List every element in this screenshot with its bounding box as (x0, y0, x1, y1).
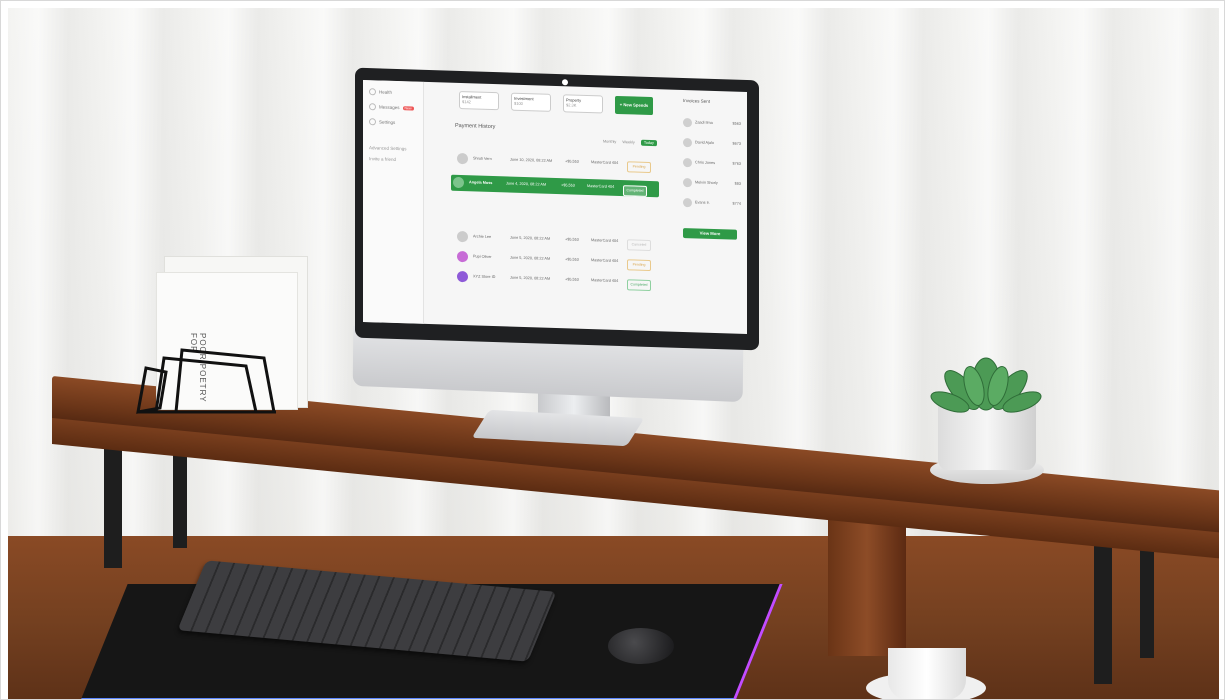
card-value: $142 (462, 99, 471, 105)
avatar (457, 250, 468, 263)
computer-mouse (608, 628, 674, 664)
status-badge: Pending (627, 259, 651, 272)
tab-monthly[interactable]: Monthly (603, 140, 616, 144)
webcam-icon (562, 79, 568, 86)
payment-row[interactable]: Shruti Vern June 10, 2020, 08:22 AM +$5,… (455, 151, 655, 174)
payment-date: June 5, 2020, 08:22 AM (510, 275, 551, 281)
avatar (457, 152, 468, 165)
payment-date: June 5, 2020, 08:22 AM (510, 235, 551, 241)
summary-card-investment[interactable]: Investment $100 (511, 92, 551, 112)
payment-date: June 4, 2020, 08:22 AM (506, 181, 547, 187)
payment-amount: +$5,553 (565, 159, 579, 164)
payment-method: MasterCard 404 (587, 184, 615, 189)
payment-row[interactable]: Archie Lee June 5, 2020, 08:22 AM +$5,55… (455, 229, 655, 252)
summary-card-installment[interactable]: Installment $142 (459, 90, 499, 111)
view-more-button[interactable]: View More (683, 228, 737, 240)
invoices-panel: Invoices Sent Zaadi Ilma $563 David Ajalo… (679, 90, 747, 334)
gear-icon (369, 118, 376, 126)
avatar (457, 270, 468, 283)
summary-card-property[interactable]: Property $2.3K (563, 94, 603, 114)
payment-name: XYZ Store ID (473, 274, 496, 280)
monitor-screen: Health Messages New Settings Advanced Se… (363, 79, 747, 335)
coffee-cup (888, 648, 966, 699)
payment-amount: +$5,553 (565, 257, 579, 262)
invoice-name: Zaadi Ilma (695, 120, 713, 125)
health-icon (369, 88, 376, 96)
payment-name: Angela Moss (469, 180, 493, 186)
dashboard-sidebar: Health Messages New Settings Advanced Se… (363, 79, 424, 324)
payment-row[interactable]: Pupi Oliver June 5, 2020, 08:22 AM +$5,5… (455, 249, 655, 272)
invoice-amount: $763 (732, 161, 741, 166)
status-badge: Completed (627, 279, 651, 292)
payment-name: Pupi Oliver (473, 254, 492, 260)
payment-name: Shruti Vern (473, 156, 492, 162)
payment-row[interactable]: XYZ Store ID June 5, 2020, 08:22 AM +$5,… (455, 269, 655, 292)
sidebar-item-label: Health (379, 89, 393, 95)
avatar (453, 176, 464, 189)
card-value: $100 (514, 100, 523, 106)
payment-method: MasterCard 404 (591, 278, 619, 283)
payment-amount: +$5,553 (565, 277, 579, 282)
payment-amount: +$5,553 (565, 237, 579, 242)
payment-row-selected[interactable]: Angela Moss June 4, 2020, 08:22 AM +$5,5… (451, 174, 659, 198)
invoice-amount: $83 (734, 181, 741, 186)
payment-history-title: Payment History (455, 122, 496, 131)
invoice-name: Chris Jones (695, 160, 716, 166)
sidebar-item-health[interactable]: Health (369, 88, 417, 97)
avatar (683, 118, 692, 128)
payment-name: Archie Lee (473, 234, 492, 239)
sidebar-item-label: Messages (379, 104, 400, 111)
file-rack (136, 348, 276, 414)
invoice-item[interactable]: David Ajalo $673 (683, 138, 743, 152)
invoice-amount: $774 (732, 201, 741, 206)
payment-method: MasterCard 404 (591, 238, 619, 243)
invoice-item[interactable]: Chris Jones $763 (683, 158, 743, 172)
invoice-amount: $563 (732, 121, 741, 126)
sidebar-footer-link[interactable]: Invite a friend (369, 156, 417, 163)
card-value: $2.3K (566, 102, 577, 108)
payment-date: June 10, 2020, 08:22 AM (510, 157, 553, 163)
invoice-item[interactable]: Evans Ir. $774 (683, 198, 743, 212)
avatar (457, 230, 468, 243)
status-badge: Completed (623, 185, 647, 197)
office-desk-photo: POOR POETRY FOR Health Messages New Sett… (8, 8, 1219, 699)
sidebar-item-messages[interactable]: Messages New (369, 103, 417, 112)
filter-tabs: Monthly Weekly Today (603, 139, 657, 147)
invoices-title: Invoices Sent (683, 98, 711, 104)
status-badge: Canceled (627, 239, 651, 252)
message-icon (369, 103, 376, 111)
invoice-name: David Ajalo (695, 140, 714, 145)
payment-method: MasterCard 404 (591, 160, 619, 165)
payment-amount: +$5,553 (561, 183, 575, 188)
messages-badge: New (402, 105, 414, 111)
avatar (683, 178, 692, 188)
tab-weekly[interactable]: Weekly (622, 140, 634, 144)
invoice-name: Melvin Shorly (695, 180, 718, 186)
payment-method: MasterCard 404 (591, 258, 619, 263)
monitor: Health Messages New Settings Advanced Se… (351, 67, 761, 412)
sidebar-item-settings[interactable]: Settings (369, 118, 417, 127)
sidebar-item-label: Settings (379, 119, 396, 125)
invoice-item[interactable]: Melvin Shorly $83 (683, 178, 743, 192)
sidebar-footer: Advanced Settings Invite a friend (369, 145, 417, 163)
sidebar-footer-link[interactable]: Advanced Settings (369, 145, 417, 152)
tab-today[interactable]: Today (640, 139, 657, 147)
avatar (683, 138, 692, 148)
invoice-item[interactable]: Zaadi Ilma $563 (683, 118, 743, 132)
avatar (683, 198, 692, 208)
succulent-plant (930, 357, 1042, 413)
invoice-name: Evans Ir. (695, 200, 710, 205)
new-spends-button[interactable]: + New Spends (615, 95, 653, 116)
payment-date: June 5, 2020, 08:22 AM (510, 255, 551, 261)
status-badge: Pending (627, 161, 651, 174)
photo-frame: POOR POETRY FOR Health Messages New Sett… (0, 0, 1225, 700)
avatar (683, 158, 692, 168)
invoice-amount: $673 (732, 141, 741, 146)
